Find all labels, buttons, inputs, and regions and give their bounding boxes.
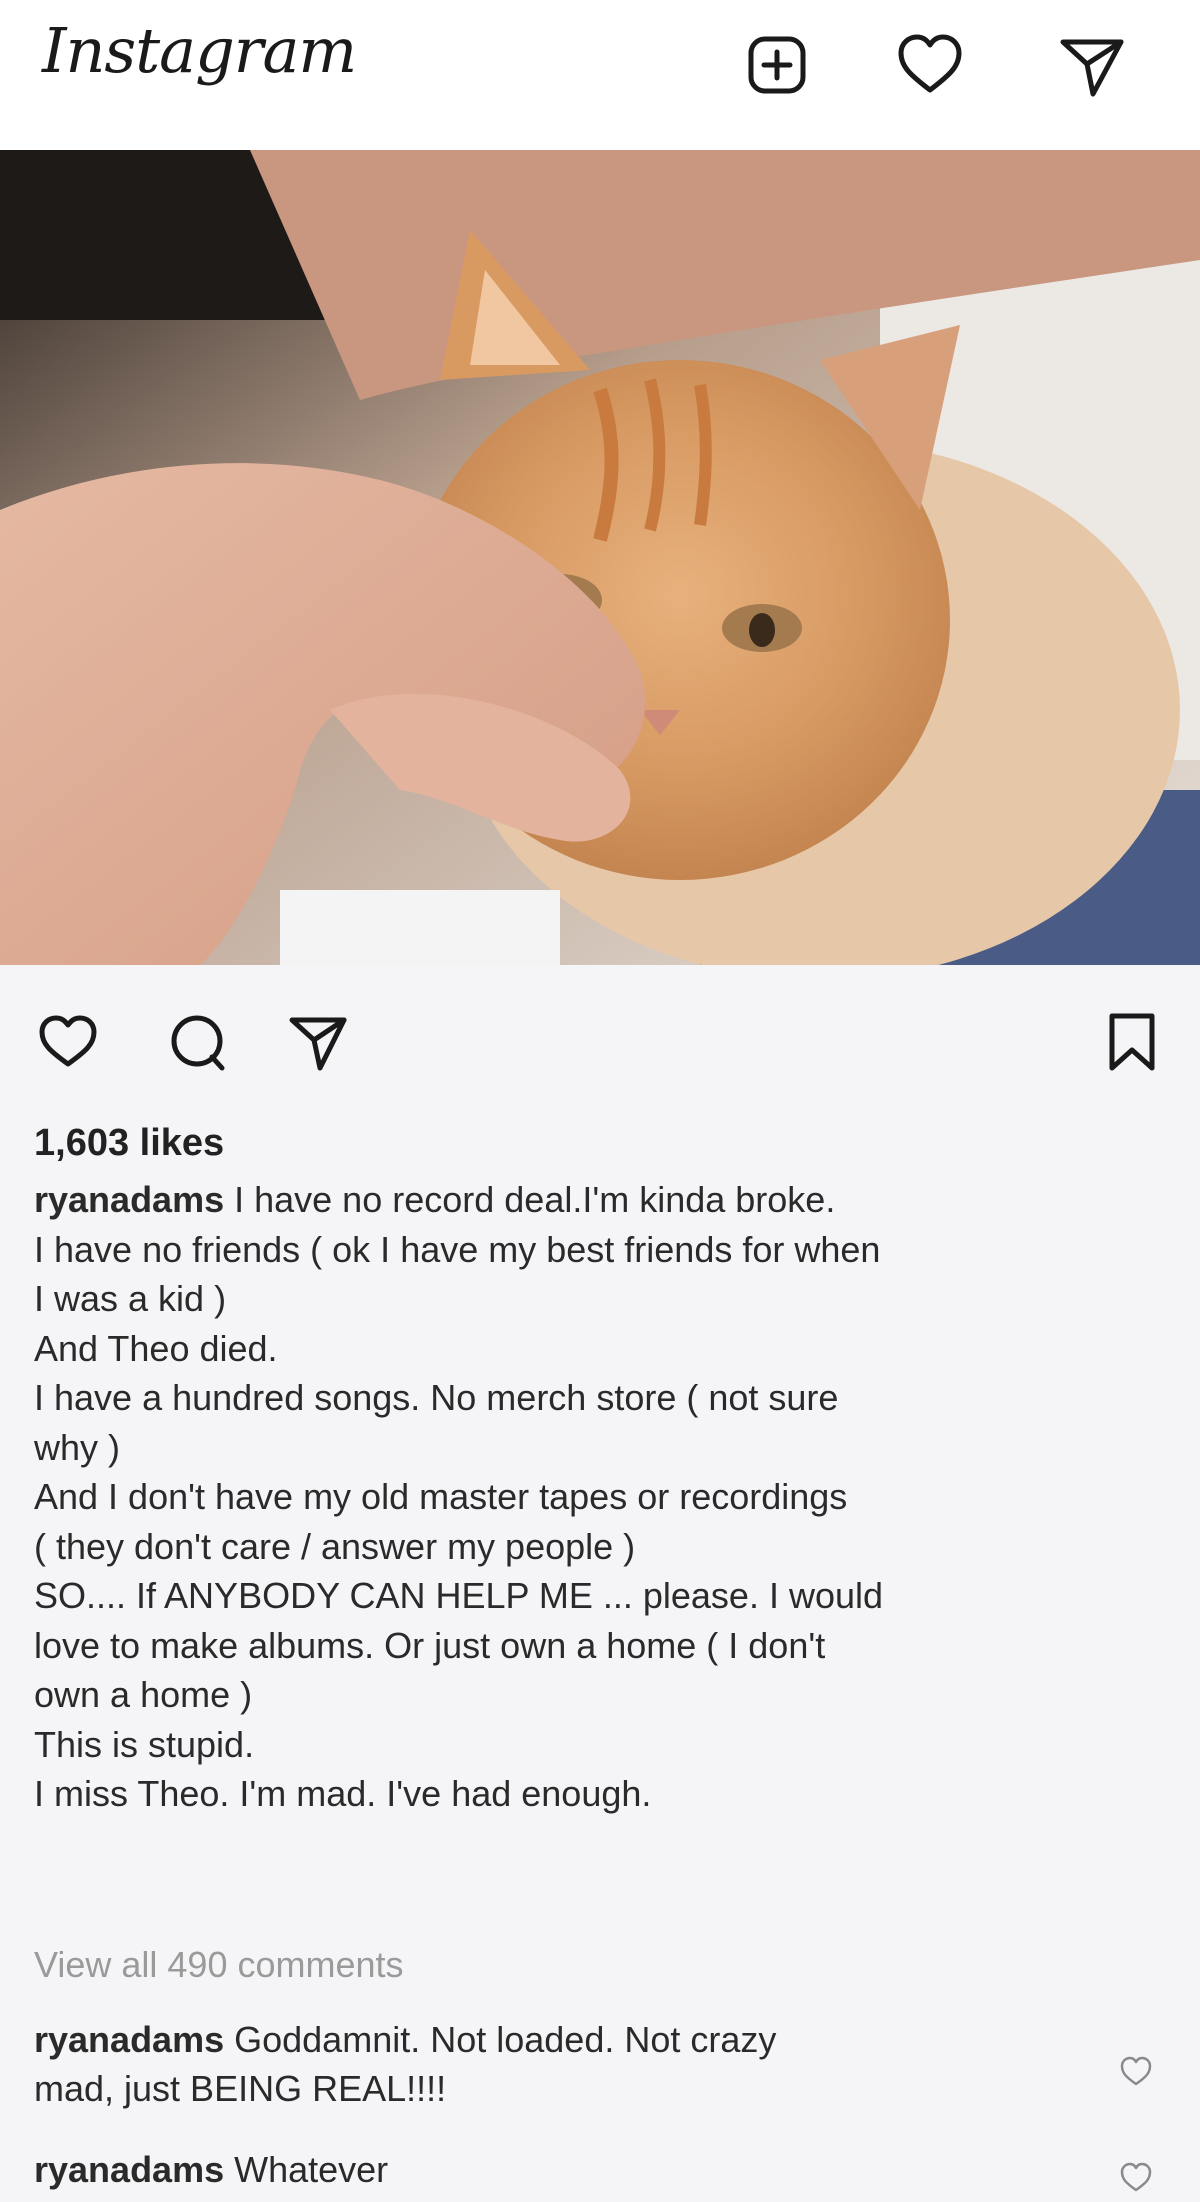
comment-text: Goddamnit. Not loaded. Not crazy — [224, 2019, 777, 2060]
share-send-icon[interactable] — [286, 1010, 350, 1074]
bookmark-icon[interactable] — [1100, 1010, 1164, 1074]
post-photo[interactable] — [0, 150, 1200, 965]
caption-line: love to make albums. Or just own a home … — [34, 1624, 826, 1666]
instagram-logo[interactable]: Instagram — [42, 14, 357, 87]
caption-line: I miss Theo. I'm mad. I've had enough. — [34, 1773, 652, 1814]
caption-line: This is stupid. — [34, 1723, 255, 1765]
plus-square-icon[interactable] — [740, 28, 814, 102]
caption-line: ( they don't care / answer my people ) — [34, 1525, 636, 1567]
app-header: Instagram — [0, 0, 1200, 150]
caption-line: SO.... If ANYBODY CAN HELP ME ... please… — [34, 1575, 884, 1616]
caption-line-1: ryanadams I have no record deal.I'm kind… — [34, 1175, 1154, 1225]
caption-author[interactable]: ryanadams — [34, 1179, 224, 1220]
kitten-image — [0, 150, 1200, 965]
comment-item: ryanadams Whatever — [34, 2145, 1094, 2194]
caption-line: I have no friends ( ok I have my best fr… — [34, 1228, 881, 1270]
comment-item: ryanadams Goddamnit. Not loaded. Not cra… — [34, 2015, 1094, 2113]
send-icon[interactable] — [1055, 28, 1129, 102]
comment-like-icon[interactable] — [1118, 2054, 1154, 2090]
comment-author[interactable]: ryanadams — [34, 2019, 224, 2060]
view-all-comments-link[interactable]: View all 490 comments — [34, 1944, 404, 1986]
post-caption: ryanadams I have no record deal.I'm kind… — [34, 1175, 1154, 1819]
caption-line: And Theo died. — [34, 1327, 278, 1369]
comment-icon[interactable] — [166, 1010, 230, 1074]
caption-text: I have no record deal.I'm kinda broke. — [224, 1179, 836, 1220]
comment-like-icon[interactable] — [1118, 2160, 1154, 2196]
comment-text: Whatever — [224, 2149, 389, 2190]
comment-text-continued: mad, just BEING REAL!!!! — [34, 2068, 447, 2109]
caption-line: I was a kid ) — [34, 1278, 227, 1319]
caption-line: I have a hundred songs. No merch store (… — [34, 1377, 839, 1418]
comment-author[interactable]: ryanadams — [34, 2149, 224, 2190]
caption-line: And I don't have my old master tapes or … — [34, 1476, 848, 1517]
likes-count[interactable]: 1,603 likes — [34, 1122, 224, 1165]
caption-line: why ) — [34, 1426, 121, 1468]
like-heart-icon[interactable] — [36, 1010, 100, 1074]
caption-line: own a home ) — [34, 1674, 253, 1715]
heart-icon[interactable] — [893, 28, 967, 102]
